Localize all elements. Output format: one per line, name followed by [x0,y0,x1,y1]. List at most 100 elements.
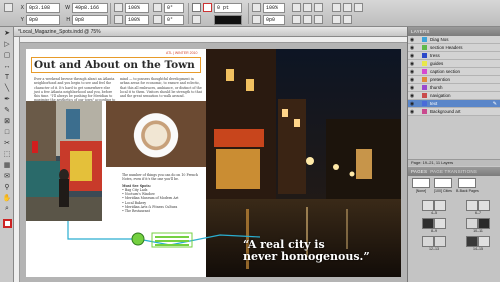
fill-stroke-icon[interactable] [1,218,13,228]
eye-icon[interactable]: ◉ [408,109,416,115]
spread-thumbnail[interactable]: 8–9 [416,218,452,233]
reference-point-icon[interactable] [4,3,13,12]
master-none[interactable]: [None] [412,178,430,193]
panel-menu-icon[interactable] [343,15,352,24]
rectangle-tool-icon[interactable]: □ [1,127,13,137]
hand-tool-icon[interactable]: ✋ [1,193,13,203]
align-left-icon[interactable] [292,3,301,12]
layers-tab[interactable]: LAYERS [411,29,430,34]
spread-label: 6–7 [475,211,481,215]
h-label: H [66,16,70,23]
frame-fit-icon[interactable] [314,15,323,24]
spread-thumbnail[interactable]: 10–11 [460,218,496,233]
pencil-tool-icon[interactable]: ✎ [1,105,13,115]
rectangle-frame-tool-icon[interactable]: ⊠ [1,116,13,126]
layer-row[interactable]: ◉ Diag Nos [408,36,500,44]
layer-row[interactable]: ◉ guides [408,60,500,68]
y-field[interactable]: 0p0 [26,14,60,25]
spread-thumbnail[interactable]: 12–13 [416,236,452,251]
layer-row[interactable]: ◉ pretention [408,76,500,84]
fill-swatch[interactable] [192,3,201,12]
pull-quote[interactable]: “A real city is never homogenous.” [243,239,370,263]
stroke-group: 0 pt [214,2,242,25]
fx-icon[interactable] [252,3,261,12]
h-field[interactable]: 0p8 [72,14,108,25]
misc-group [332,2,363,25]
layer-row[interactable]: ◉ tress [408,52,500,60]
layer-name: navigation [430,93,451,98]
layer-color-chip [422,85,427,90]
rotate-fields: 0° 0° [153,2,184,25]
page-transitions-tab[interactable]: PAGE TRANSITIONS [430,169,477,174]
layer-name: Background art [430,109,461,114]
eye-icon[interactable]: ◉ [408,85,416,91]
eye-icon[interactable]: ◉ [408,77,416,83]
rotation-field[interactable]: 0° [164,2,184,13]
scissors-tool-icon[interactable]: ✂ [1,138,13,148]
stroke-swatch[interactable] [203,3,212,12]
eyedropper-tool-icon[interactable]: ⚲ [1,182,13,192]
pasteboard[interactable]: ATL | WINTER 2010 Out and About on the T… [20,43,407,282]
align-right-icon[interactable] [314,3,323,12]
eye-icon[interactable]: ◉ [408,61,416,67]
size-fields: W 49p8.166 H 0p8 [64,2,108,25]
eye-icon[interactable]: ◉ [408,69,416,75]
master-back-pages[interactable]: B-Back Pages [456,178,479,193]
eye-icon[interactable]: ◉ [408,93,416,99]
stroke-weight-field[interactable]: 0 pt [214,2,242,13]
eye-icon[interactable]: ◉ [408,101,416,107]
fill-stroke-group [192,2,212,25]
note-tool-icon[interactable]: ✉ [1,171,13,181]
content-fit-icon[interactable] [332,3,341,12]
opacity-field[interactable]: 100% [263,2,285,13]
layers-panel-header[interactable]: LAYERS [408,27,500,36]
layer-row[interactable]: ◉ caption section [408,68,500,76]
corner-icon[interactable] [252,15,261,24]
master-label: B-Back Pages [456,189,479,193]
eye-icon[interactable]: ◉ [408,37,416,43]
gradient-tool-icon[interactable]: ▦ [1,160,13,170]
layer-name: tress [430,53,440,58]
scale-x-field[interactable]: 100% [125,2,149,13]
type-tool-icon[interactable]: T [1,72,13,82]
selection-tool-icon[interactable]: ➤ [1,28,13,38]
transform-tool-icon[interactable]: ⬚ [1,149,13,159]
text-wrap-icon[interactable] [343,3,352,12]
corner-field[interactable]: 0p0 [263,14,285,25]
layer-color-chip [422,53,427,58]
scale-y-field[interactable]: 100% [125,14,149,25]
spread-thumbnails: 4–5 6–7 8–9 10–11 12–13 14–15 [416,200,496,251]
stroke-type-select[interactable] [214,14,242,25]
layer-row-selected[interactable]: ◉ text ✎ [408,100,500,108]
select-icon[interactable] [332,15,341,24]
align-center-icon[interactable] [303,3,312,12]
pages-panel-header[interactable]: PAGES PAGE TRANSITIONS [408,167,500,176]
master-cities[interactable]: [100] Cities [434,178,452,193]
spread-thumbnail[interactable]: 4–5 [416,200,452,215]
gap-tool-icon[interactable]: ↔ [1,61,13,71]
layer-row[interactable]: ◉ navigation [408,92,500,100]
w-field[interactable]: 49p8.166 [72,2,108,13]
document-tab[interactable]: *Local_Magazine_Spots.indd @ 75% [14,27,407,37]
layer-name: text [430,101,438,106]
direct-selection-tool-icon[interactable]: ▷ [1,39,13,49]
reference-point-group [4,2,13,13]
effects-icon[interactable] [354,3,363,12]
spread-thumbnail[interactable]: 6–7 [460,200,496,215]
page-tool-icon[interactable]: ▢ [1,50,13,60]
zoom-tool-icon[interactable]: ⌕ [1,204,13,214]
eye-icon[interactable]: ◉ [408,45,416,51]
layer-row[interactable]: ◉ section Headers [408,44,500,52]
distribute-icon[interactable] [292,15,301,24]
wrap-icon[interactable] [303,15,312,24]
spread-thumbnail[interactable]: 14–15 [460,236,496,251]
eye-icon[interactable]: ◉ [408,53,416,59]
swap-icon[interactable] [192,15,201,24]
line-tool-icon[interactable]: ╲ [1,83,13,93]
shear-field[interactable]: 0° [164,14,184,25]
pages-tab[interactable]: PAGES [411,169,427,174]
layer-row[interactable]: ◉ Background art [408,108,500,116]
x-field[interactable]: 0p3.108 [26,2,60,13]
pen-tool-icon[interactable]: ✒ [1,94,13,104]
layer-row[interactable]: ◉ thursh [408,84,500,92]
